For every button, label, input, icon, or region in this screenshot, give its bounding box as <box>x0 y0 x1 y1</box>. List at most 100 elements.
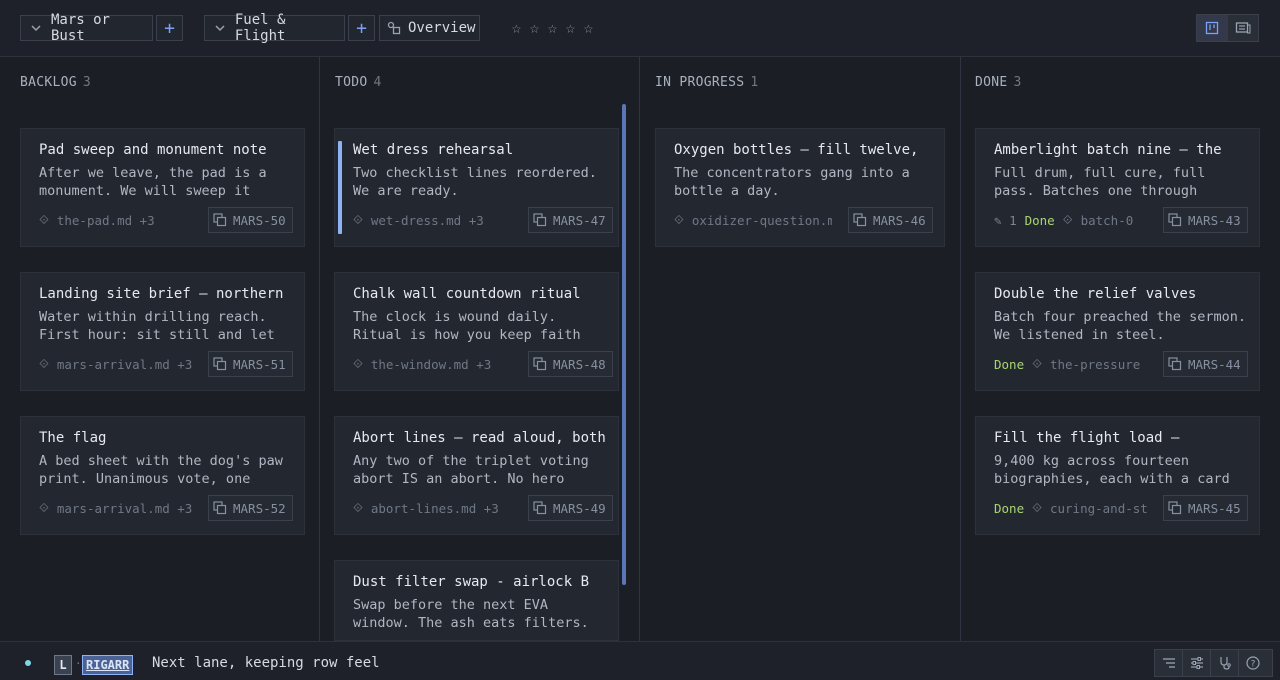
card-link[interactable]: ⟐ the-pad.md +3 <box>39 212 155 228</box>
card-link[interactable]: ⟐ the-window.md +3 <box>353 356 491 372</box>
add-project-button[interactable]: + <box>156 15 183 41</box>
star-icon[interactable]: ☆ <box>562 19 579 37</box>
link-icon: ⟐ <box>1032 356 1042 371</box>
top-bar: Mars or Bust + Fuel & Flight + Overview … <box>0 0 1280 57</box>
card-meta: Done ⟐ curing-and-st <box>994 495 1150 521</box>
column-count: 3 <box>1013 75 1022 90</box>
link-icon: ⟐ <box>674 212 684 227</box>
card-id-badge[interactable]: MARS-44 <box>1163 351 1248 377</box>
card-id-badge[interactable]: MARS-51 <box>208 351 293 377</box>
card-id-badge[interactable]: MARS-49 <box>528 495 613 521</box>
card-id-badge[interactable]: MARS-50 <box>208 207 293 233</box>
status-bar: L · RIGARR Next lane, keeping row feel ? <box>0 641 1280 680</box>
link-icon: ⟐ <box>353 212 363 227</box>
column-scrollbar[interactable] <box>622 104 626 585</box>
card-link[interactable]: ⟐ batch-0 <box>1063 212 1137 228</box>
star-icon[interactable]: ☆ <box>580 19 597 37</box>
mode-key: L <box>54 655 72 675</box>
card-id-badge[interactable]: MARS-45 <box>1163 495 1248 521</box>
card-link[interactable]: ⟐ mars-arrival.md +3 <box>39 500 192 516</box>
help-button[interactable]: ? <box>1239 650 1267 676</box>
card[interactable]: Landing site brief — northern Water with… <box>20 272 305 391</box>
copy-icon <box>853 213 867 227</box>
card-meta: ⟐ mars-arrival.md +3 <box>39 495 192 521</box>
mode-name[interactable]: RIGARR <box>82 655 134 675</box>
connection-indicator <box>25 660 31 666</box>
card-link[interactable]: ⟐ curing-and-st <box>1032 500 1150 516</box>
column-backlog: BACKLOG 3 Pad sweep and monument note Aft… <box>20 57 310 641</box>
add-board-button[interactable]: + <box>348 15 375 41</box>
card-body: After we leave, the pad is a monument. W… <box>39 165 267 199</box>
card-meta: ✎ 1 Done ⟐ batch-0 <box>994 207 1137 233</box>
card-link[interactable]: ⟐ the-pressure <box>1032 356 1150 372</box>
card-id-badge[interactable]: MARS-43 <box>1163 207 1248 233</box>
card[interactable]: Abort lines — read aloud, both Any two o… <box>334 416 619 535</box>
copy-icon <box>1168 501 1182 515</box>
align-button[interactable] <box>1155 650 1183 676</box>
link-icon: ⟐ <box>353 500 363 515</box>
column-title: IN PROGRESS <box>655 75 745 90</box>
board-view-button[interactable] <box>1197 15 1228 41</box>
column-header: IN PROGRESS 1 <box>655 75 759 90</box>
copy-icon <box>533 213 547 227</box>
focus-indicator <box>338 141 342 234</box>
card-link[interactable]: ⟐ abort-lines.md +3 <box>353 500 499 516</box>
card-body: A bed sheet with the dog's paw print. Un… <box>39 453 283 487</box>
card-meta: ⟐ the-window.md +3 <box>353 351 491 377</box>
card[interactable]: The flag A bed sheet with the dog's paw … <box>20 416 305 535</box>
help-icon: ? <box>1246 656 1260 670</box>
diagnostics-button[interactable] <box>1211 650 1239 676</box>
star-icon[interactable]: ☆ <box>544 19 561 37</box>
list-view-button[interactable] <box>1228 15 1259 41</box>
stethoscope-icon <box>1219 657 1231 670</box>
link-icon: ⟐ <box>39 500 49 515</box>
card-id: MARS-48 <box>553 356 606 372</box>
overview-button[interactable]: Overview <box>379 15 480 41</box>
project-selector[interactable]: Mars or Bust <box>20 12 153 44</box>
card[interactable]: Pad sweep and monument note After we lea… <box>20 128 305 247</box>
card-id-badge[interactable]: MARS-47 <box>528 207 613 233</box>
filters-button[interactable] <box>1183 650 1211 676</box>
card-id-badge[interactable]: MARS-52 <box>208 495 293 521</box>
copy-icon <box>533 357 547 371</box>
card-focused[interactable]: Wet dress rehearsal Two checklist lines … <box>334 128 619 247</box>
card-body: The concentrators gang into a bottle a d… <box>674 165 910 199</box>
card-link[interactable]: ⟐ mars-arrival.md +3 <box>39 356 192 372</box>
board-selector[interactable]: Fuel & Flight <box>204 12 345 44</box>
view-toggle <box>1196 14 1259 42</box>
copy-icon <box>533 501 547 515</box>
card[interactable]: Double the relief valves Batch four prea… <box>975 272 1260 391</box>
star-icon[interactable]: ☆ <box>508 19 525 37</box>
rating-stars[interactable]: ☆ ☆ ☆ ☆ ☆ <box>508 19 597 37</box>
column-header: TODO 4 <box>335 75 382 90</box>
card-body: Batch four preached the sermon. We liste… <box>994 309 1246 343</box>
card[interactable]: Chalk wall countdown ritual The clock is… <box>334 272 619 391</box>
card-id: MARS-46 <box>873 212 926 228</box>
link-icon: ⟐ <box>39 212 49 227</box>
card-id: MARS-45 <box>1188 500 1241 516</box>
column-divider <box>639 57 640 641</box>
card[interactable]: Amberlight batch nine — the Full drum, f… <box>975 128 1260 247</box>
column-header: DONE 3 <box>975 75 1022 90</box>
card-title: Dust filter swap - airlock B <box>353 574 590 590</box>
column-title: BACKLOG <box>20 75 77 90</box>
card-id-badge[interactable]: MARS-48 <box>528 351 613 377</box>
card-id-badge[interactable]: MARS-46 <box>848 207 933 233</box>
card-id: MARS-47 <box>553 212 606 228</box>
card-title: Amberlight batch nine — the <box>994 142 1222 158</box>
card[interactable]: Fill the flight load — 9,400 kg across f… <box>975 416 1260 535</box>
plus-icon: + <box>164 17 175 39</box>
column-count: 4 <box>373 75 382 90</box>
column-header: BACKLOG 3 <box>20 75 91 90</box>
card[interactable]: Oxygen bottles — fill twelve, The concen… <box>655 128 945 247</box>
card-meta: ⟐ abort-lines.md +3 <box>353 495 499 521</box>
star-icon[interactable]: ☆ <box>526 19 543 37</box>
card-link[interactable]: ⟐ wet-dress.md +3 <box>353 212 484 228</box>
card-title: Chalk wall countdown ritual <box>353 286 581 302</box>
card[interactable]: Dust filter swap - airlock B Swap before… <box>334 560 619 641</box>
card-title: Wet dress rehearsal <box>353 142 514 158</box>
card-link[interactable]: ⟐ oxidizer-question.m <box>674 212 832 228</box>
card-meta: ⟐ wet-dress.md +3 <box>353 207 484 233</box>
tool-group: ? <box>1154 649 1273 677</box>
column-divider <box>960 57 961 641</box>
